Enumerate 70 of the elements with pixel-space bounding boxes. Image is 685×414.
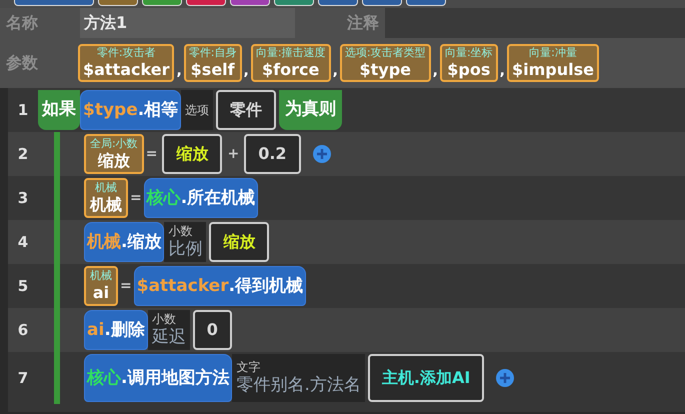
palette-swatch[interactable] xyxy=(14,0,94,6)
method-block[interactable]: 核心.所在机械 xyxy=(144,178,258,218)
then-block[interactable]: 为真则 xyxy=(279,90,342,130)
palette-swatch[interactable] xyxy=(186,0,226,6)
value-field[interactable]: 0.2 xyxy=(244,134,301,174)
value-field[interactable]: 0 xyxy=(192,310,232,350)
separator: , xyxy=(175,62,183,81)
subject-name: ai xyxy=(87,322,104,338)
separator: , xyxy=(332,62,339,81)
line-number: 6 xyxy=(16,320,30,341)
method-name: .得到机械 xyxy=(228,278,304,294)
subject-name: $attacker xyxy=(136,278,229,294)
method-block[interactable]: 机械.缩放 xyxy=(84,222,164,262)
parameter-label: 小数 比例 xyxy=(164,222,206,262)
subject-name: $type xyxy=(83,102,138,118)
name-field[interactable]: 方法1 xyxy=(80,8,295,38)
variable-block[interactable]: 全局:小数 缩放 xyxy=(84,134,144,174)
parameter-block[interactable]: 向量:冲量 $impulse xyxy=(506,44,599,82)
variable-block[interactable]: 机械 机械 xyxy=(84,178,128,218)
palette-swatch[interactable] xyxy=(142,0,182,6)
subject-name: 核心 xyxy=(87,370,121,386)
palette-swatch[interactable] xyxy=(362,0,402,6)
value-field[interactable]: 主机.添加AI xyxy=(368,354,484,402)
parameter-label: 文字 零件别名.方法名 xyxy=(232,354,365,402)
line-number: 2 xyxy=(16,144,30,165)
separator: , xyxy=(498,62,506,81)
add-icon[interactable] xyxy=(495,368,516,388)
value-field[interactable]: 零件 xyxy=(216,90,276,130)
value-field[interactable]: 缩放 xyxy=(209,222,270,262)
parameter-label: 小数 延迟 xyxy=(148,310,190,350)
operator: = xyxy=(129,188,143,208)
parameter-block[interactable]: 向量:撞击速度 $force xyxy=(250,44,331,82)
palette-swatch[interactable] xyxy=(230,0,270,6)
subject-name: 核心 xyxy=(146,190,181,206)
method-block[interactable]: 核心.调用地图方法 xyxy=(84,354,232,402)
method-name: .删除 xyxy=(104,322,145,338)
method-block[interactable]: $attacker.得到机械 xyxy=(134,266,306,306)
line-number: 7 xyxy=(16,368,30,389)
method-block[interactable]: $type.相等 xyxy=(80,90,182,130)
subject-name: 机械 xyxy=(87,234,121,250)
line-number: 1 xyxy=(16,100,30,121)
parameter-block[interactable]: 选项:攻击者类型 $type xyxy=(340,44,431,82)
parameter-label: 选项 xyxy=(181,90,214,130)
line-number: 5 xyxy=(16,276,30,297)
line-number: 3 xyxy=(16,188,30,209)
comment-label: 注释 xyxy=(346,12,380,34)
operator: = xyxy=(144,144,158,164)
method-name: .调用地图方法 xyxy=(121,370,230,386)
palette-swatch[interactable] xyxy=(274,0,314,6)
add-icon[interactable] xyxy=(312,144,332,164)
parameter-block[interactable]: 零件:攻击者 $attacker xyxy=(78,44,174,82)
palette-swatch[interactable] xyxy=(98,0,138,6)
parameter-block[interactable]: 向量:坐标 $pos xyxy=(440,44,498,82)
operator: + xyxy=(226,144,240,164)
separator: , xyxy=(242,62,250,81)
value-field[interactable]: 缩放 xyxy=(162,134,222,174)
line-number: 4 xyxy=(16,232,30,253)
method-name: .所在机械 xyxy=(180,190,256,206)
name-label: 名称 xyxy=(6,12,39,34)
separator: , xyxy=(432,62,439,81)
params-label: 参数 xyxy=(6,52,39,74)
method-name: .缩放 xyxy=(121,234,162,250)
palette-swatch[interactable] xyxy=(406,0,446,6)
operator: = xyxy=(119,276,133,296)
method-name: .相等 xyxy=(138,102,178,118)
if-block[interactable]: 如果 xyxy=(38,90,80,130)
parameter-block[interactable]: 零件:自身 $self xyxy=(184,44,242,82)
method-block[interactable]: ai.删除 xyxy=(84,310,148,350)
variable-block[interactable]: 机械 ai xyxy=(84,266,118,306)
palette-swatch[interactable] xyxy=(318,0,358,6)
